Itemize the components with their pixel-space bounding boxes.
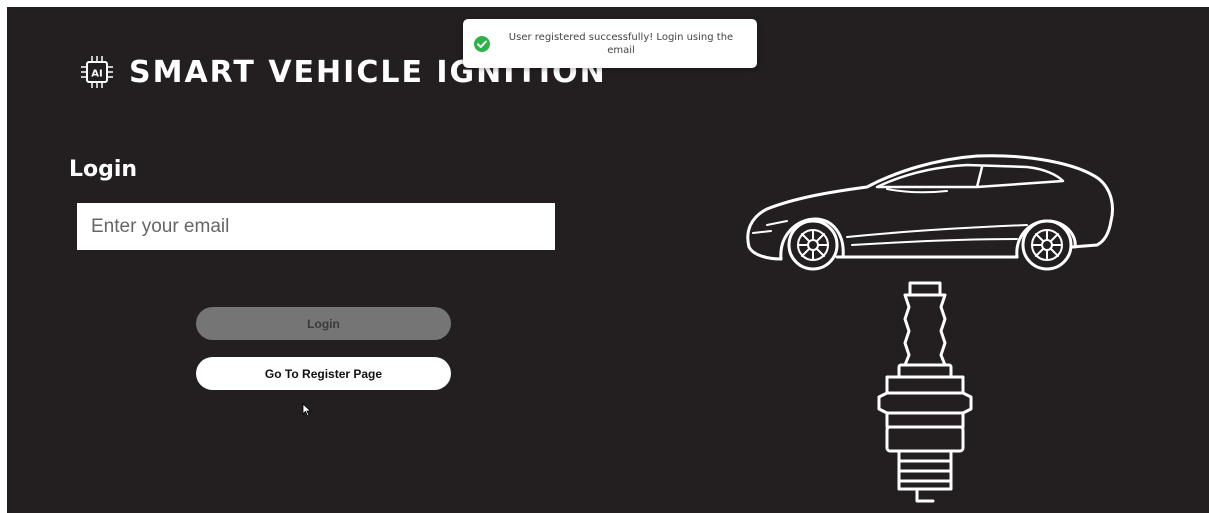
success-toast: User registered successfully! Login usin… (463, 19, 757, 68)
go-to-register-button[interactable]: Go To Register Page (196, 357, 451, 390)
email-input[interactable] (77, 203, 555, 250)
spark-plug-icon (877, 281, 973, 503)
app-container: AI SMART VEHICLE IGNITION Login Login Go… (7, 7, 1209, 513)
svg-text:AI: AI (91, 69, 102, 80)
check-circle-icon (474, 35, 490, 52)
ai-chip-icon: AI (81, 56, 113, 88)
illustration (746, 154, 1114, 503)
login-button[interactable]: Login (196, 307, 451, 340)
login-heading: Login (69, 157, 138, 182)
car-outline-icon (746, 154, 1114, 271)
toast-message: User registered successfully! Login usin… (508, 31, 734, 56)
mouse-cursor-icon (302, 403, 312, 417)
